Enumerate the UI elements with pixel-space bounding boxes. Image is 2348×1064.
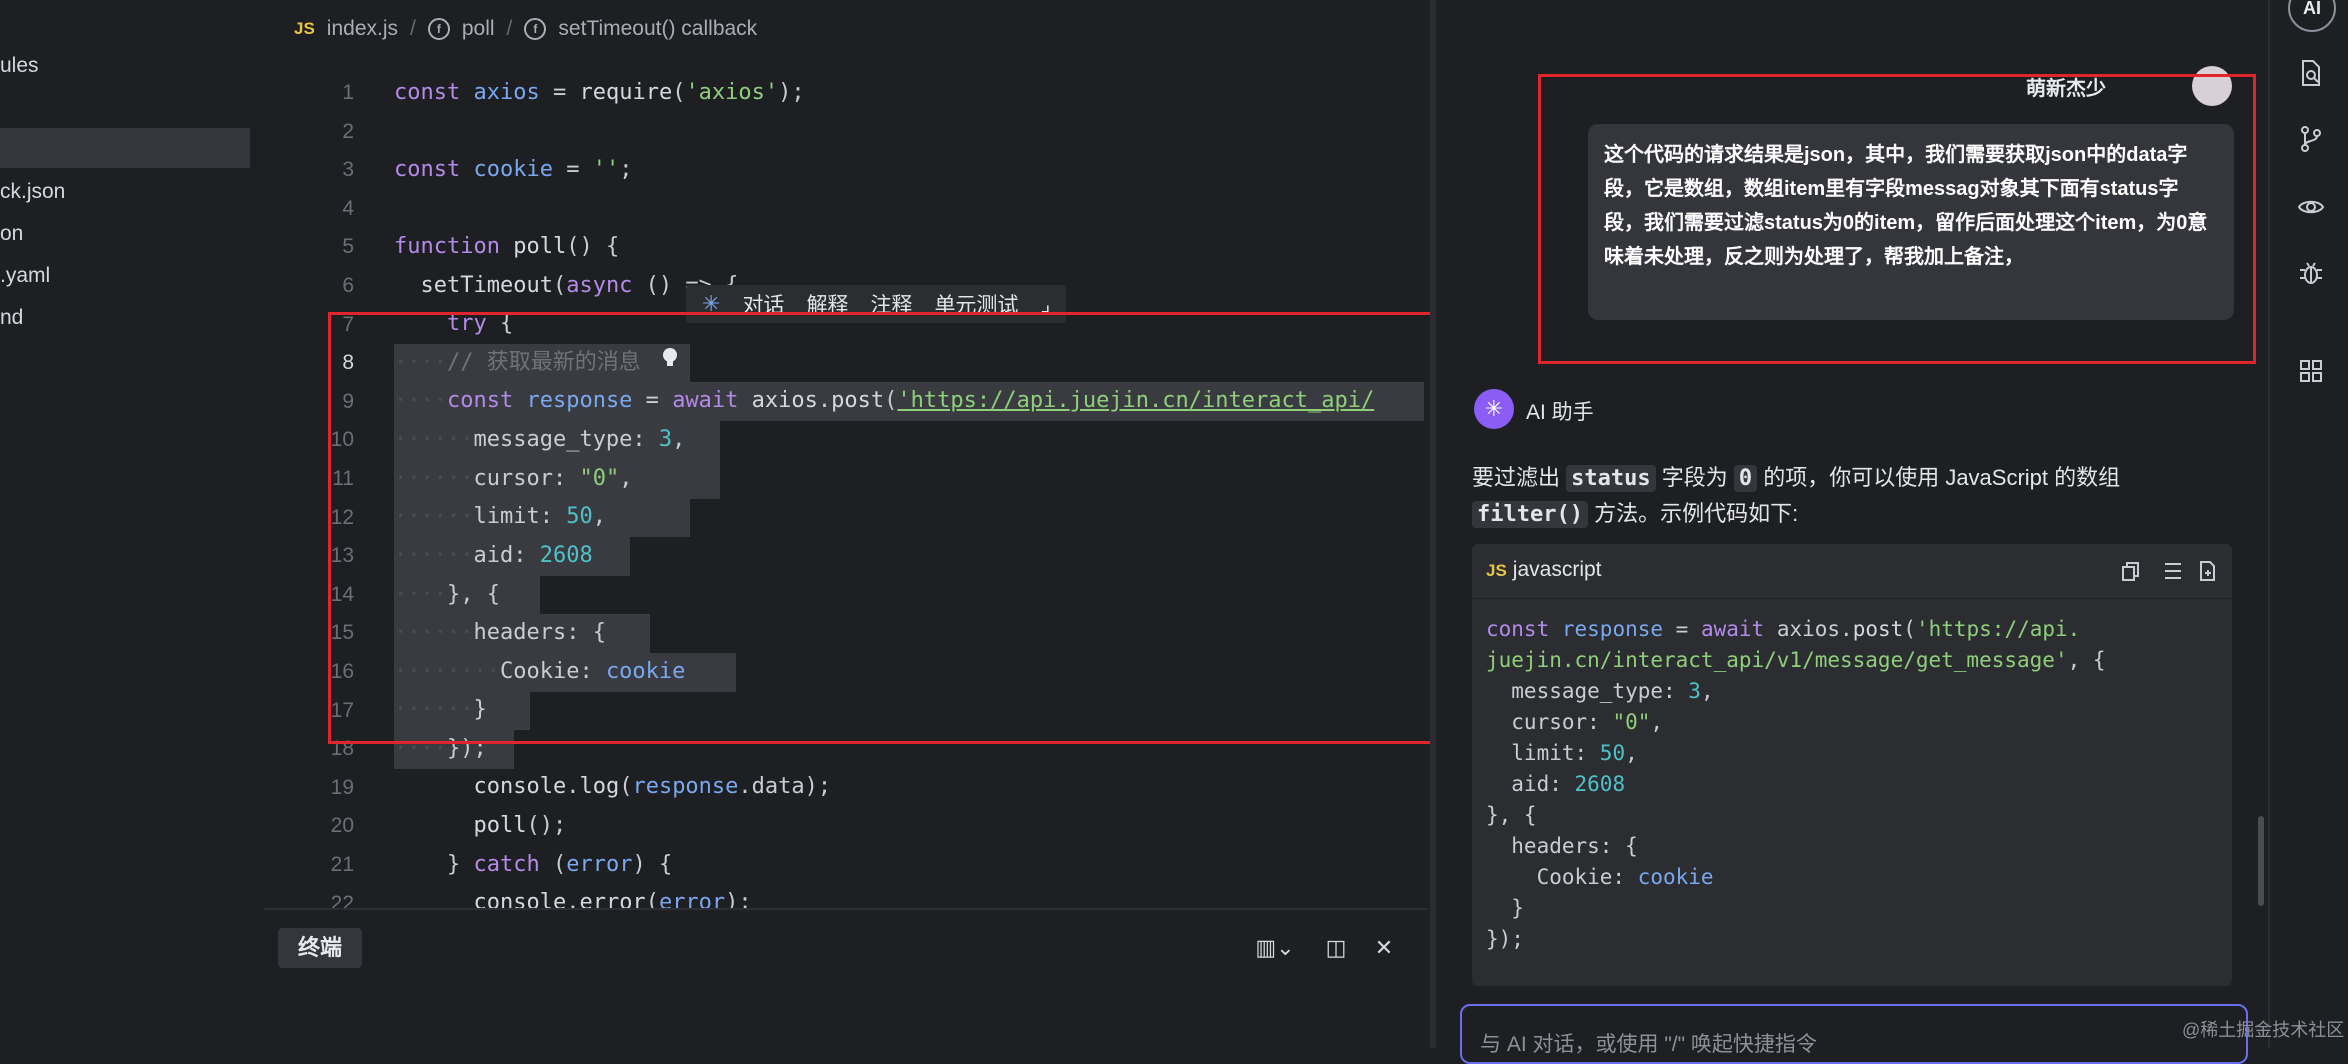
explorer-item-label: ck.json: [0, 180, 66, 203]
line-number: 4: [342, 196, 354, 220]
function-icon: f: [427, 18, 450, 40]
code-line: const axios = require('axios');: [394, 80, 805, 105]
explorer-item-label: on: [0, 222, 24, 245]
apps-grid-icon[interactable]: [2296, 356, 2326, 386]
eye-icon[interactable]: [2296, 192, 2326, 222]
answer-text: 的项，你可以使用 JavaScript 的数组: [1757, 465, 2121, 490]
explorer-item-label: .yaml: [0, 264, 51, 287]
breadcrumb-callback[interactable]: setTimeout() callback: [558, 17, 757, 41]
answer-text: 方法。示例代码如下:: [1587, 501, 1799, 526]
code-block-header: JS javascript: [1472, 544, 2232, 599]
explorer-item[interactable]: ules: [0, 46, 250, 86]
code-line: console.log(response.data);: [473, 774, 832, 799]
code-block-line: aid: 2608: [1486, 772, 1626, 796]
chat-input-placeholder: 与 AI 对话，或使用 "/" 唤起快捷指令: [1480, 1033, 1817, 1056]
js-file-icon: JS: [1486, 561, 1507, 580]
split-panel-icon[interactable]: ◫: [1322, 934, 1350, 962]
terminal-panel: 终端 ▥⌄ ◫ ✕: [264, 908, 1428, 1050]
code-block-line: juejin.cn/interact_api/v1/message/get_me…: [1486, 648, 2106, 672]
answer-text: 要过滤出: [1472, 465, 1567, 490]
close-icon[interactable]: ✕: [1370, 934, 1398, 962]
line-number: 2: [342, 119, 354, 143]
code-block-line: limit: 50,: [1486, 741, 1638, 765]
insert-icon[interactable]: [2162, 560, 2184, 582]
watermark: @稀土掘金技术社区: [2182, 1020, 2345, 1040]
breadcrumb-separator: /: [410, 17, 416, 40]
annotation-box-user: [1538, 74, 2256, 364]
code-block-line: });: [1486, 927, 1524, 951]
git-branch-icon[interactable]: [2296, 124, 2326, 154]
file-explorer: ules ck.json on .yaml nd: [0, 0, 264, 1048]
function-icon: f: [524, 18, 547, 40]
scrollbar[interactable]: [2258, 816, 2264, 906]
code-block-line: const response = await axios.post('https…: [1486, 617, 2081, 641]
code-line: } catch (error) {: [394, 852, 673, 877]
explorer-item[interactable]: ck.json: [0, 172, 250, 212]
new-file-icon[interactable]: [2196, 560, 2218, 582]
chat-input[interactable]: 与 AI 对话，或使用 "/" 唤起快捷指令: [1460, 1004, 2248, 1064]
inline-code: 0: [1733, 465, 1758, 492]
js-file-icon: JS: [294, 19, 315, 38]
code-language: JS javascript: [1486, 558, 1602, 582]
breadcrumb-function[interactable]: poll: [462, 17, 495, 41]
line-number: 6: [342, 274, 354, 297]
copy-icon[interactable]: [2120, 560, 2142, 582]
code-block-line: }: [1486, 896, 1524, 920]
explorer-item-label: ules: [0, 54, 39, 77]
code-block: JS javascript const response = await axio…: [1472, 544, 2232, 986]
code-block-line: }, {: [1486, 803, 1537, 827]
activity-bar: AI: [2268, 0, 2348, 1048]
answer-text: 字段为: [1655, 465, 1734, 490]
explorer-item[interactable]: on: [0, 214, 250, 254]
file-search-icon[interactable]: [2296, 58, 2326, 88]
explorer-item-selected[interactable]: [0, 128, 250, 168]
split-layout-icon[interactable]: ▥⌄: [1252, 934, 1298, 962]
breadcrumb: JS index.js / f poll / f setTimeout() ca…: [294, 12, 757, 46]
debug-icon[interactable]: [2296, 258, 2326, 288]
ai-assistant-icon: ✳: [1474, 389, 1514, 429]
inline-code: filter(): [1472, 501, 1588, 528]
line-number: 19: [330, 775, 354, 799]
code-block-line: cursor: "0",: [1486, 710, 1664, 734]
code-block-line: headers: {: [1486, 834, 1638, 858]
tab-terminal[interactable]: 终端: [278, 928, 363, 968]
line-number: 21: [330, 853, 354, 876]
explorer-item-label: nd: [0, 306, 24, 329]
assistant-name: AI 助手: [1526, 401, 1594, 424]
line-number: 20: [330, 814, 354, 838]
code-block-line: message_type: 3,: [1486, 679, 1714, 703]
line-number: 1: [342, 81, 354, 104]
code-line: function poll() {: [394, 234, 620, 259]
ai-icon[interactable]: AI: [2288, 0, 2336, 32]
code-line: const cookie = '';: [394, 157, 633, 182]
line-number: 5: [342, 235, 354, 259]
annotation-box-code: [328, 312, 1464, 744]
explorer-item[interactable]: nd: [0, 298, 250, 338]
breadcrumb-separator: /: [506, 17, 513, 40]
code-block-line: Cookie: cookie: [1486, 865, 1714, 889]
code-line: poll();: [473, 813, 567, 838]
assistant-message: 要过滤出 status 字段为 0 的项，你可以使用 JavaScript 的数…: [1472, 460, 2212, 532]
inline-code: status: [1566, 465, 1656, 492]
code-language-label: javascript: [1512, 558, 1602, 581]
explorer-item[interactable]: .yaml: [0, 256, 250, 296]
breadcrumb-file[interactable]: index.js: [327, 17, 398, 41]
line-number: 3: [342, 158, 354, 182]
